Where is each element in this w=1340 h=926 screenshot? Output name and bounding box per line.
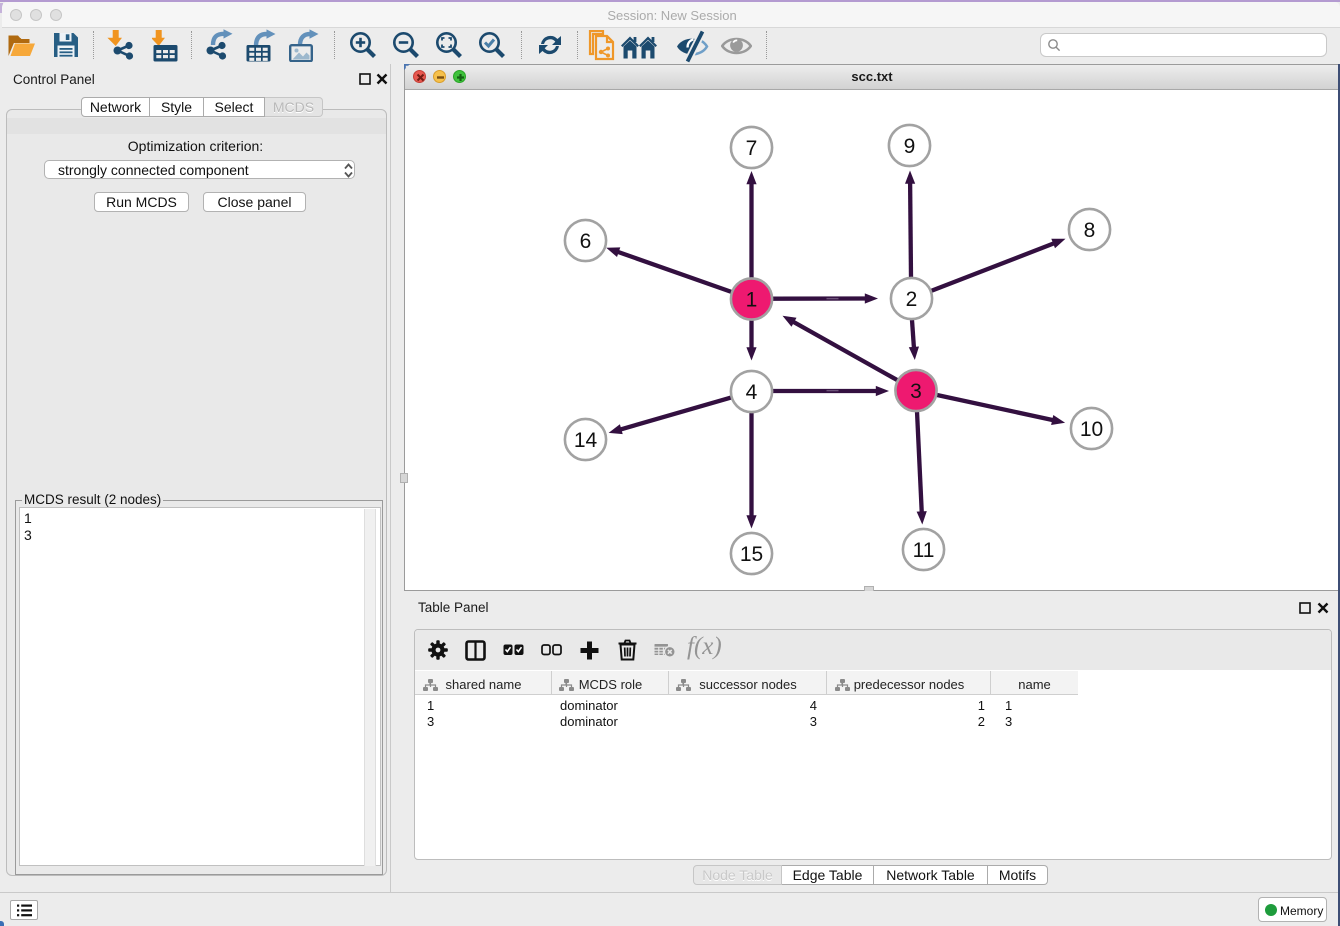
svg-text:8: 8 <box>1084 219 1096 242</box>
svg-text:11: 11 <box>913 539 935 562</box>
svg-text:4: 4 <box>746 381 758 404</box>
svg-text:3: 3 <box>910 380 922 403</box>
svg-text:9: 9 <box>904 135 916 158</box>
svg-text:10: 10 <box>1080 418 1103 441</box>
svg-text:2: 2 <box>906 288 918 311</box>
svg-text:6: 6 <box>580 230 592 253</box>
svg-text:15: 15 <box>740 543 763 566</box>
svg-text:7: 7 <box>746 137 758 160</box>
svg-text:14: 14 <box>574 429 598 452</box>
svg-text:1: 1 <box>746 289 758 312</box>
